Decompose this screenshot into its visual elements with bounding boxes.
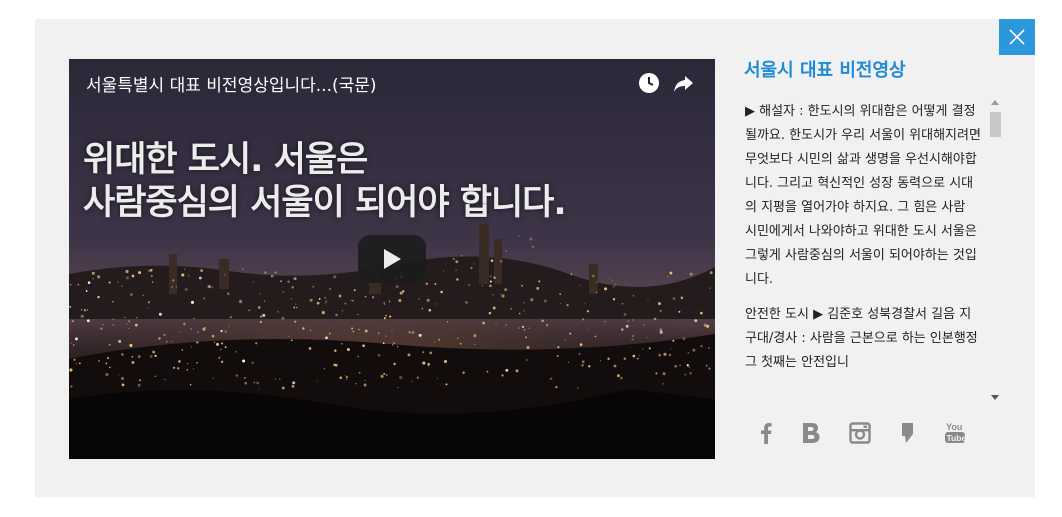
overlay-text-line2: 사람중심의 서울이 되어야 합니다. [83, 183, 567, 223]
share-icon[interactable] [672, 71, 696, 95]
description-scrollbar[interactable] [988, 100, 1004, 400]
play-button[interactable] [358, 235, 426, 283]
video-player[interactable]: 서울특별시 대표 비전영상입니다...(국문) 위대한 도시. 서울은 사람중심… [69, 59, 715, 459]
play-icon [384, 249, 401, 269]
video-title[interactable]: 서울특별시 대표 비전영상입니다...(국문) [86, 71, 377, 96]
description-paragraph: ▶ 해설자 : 한도시의 위대함은 어떻게 결정될까요. 한도시가 우리 서울이… [745, 104, 981, 287]
kakaostory-link[interactable] [896, 420, 918, 446]
scroll-down-arrow-icon[interactable] [991, 395, 999, 400]
sidebar-title: 서울시 대표 비전영상 [744, 60, 906, 81]
instagram-icon [849, 422, 871, 444]
blog-link[interactable] [798, 420, 824, 446]
youtube-link[interactable]: You Tube [942, 420, 968, 446]
scroll-up-arrow-icon[interactable] [991, 100, 999, 105]
youtube-icon: You Tube [945, 422, 967, 443]
close-icon [1009, 29, 1025, 45]
svg-text:You: You [946, 422, 962, 432]
close-button[interactable] [999, 19, 1035, 55]
facebook-icon [761, 423, 772, 444]
watch-later-icon[interactable] [637, 71, 661, 95]
facebook-link[interactable] [754, 420, 778, 446]
description-text: ▶ 해설자 : 한도시의 위대함은 어떻게 결정될까요. 한도시가 우리 서울이… [745, 100, 981, 400]
svg-text:Tube: Tube [947, 433, 967, 443]
kakaostory-icon [902, 423, 913, 443]
description-paragraph: 안전한 도시 ▶ 김준호 성북경찰서 길음 지구대/경사 : 사람을 근본으로 … [745, 307, 978, 370]
instagram-link[interactable] [847, 420, 873, 446]
scrollbar-thumb[interactable] [990, 112, 1001, 137]
blog-icon [803, 423, 820, 443]
